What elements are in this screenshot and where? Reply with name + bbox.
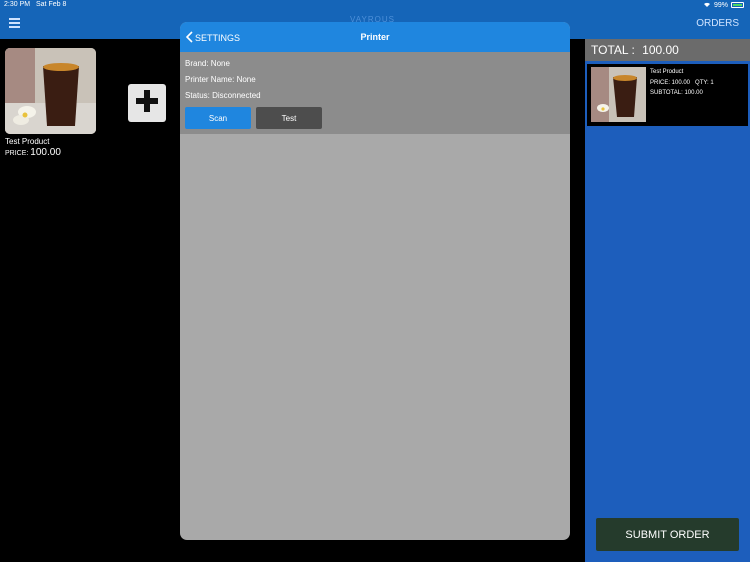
cart-total: TOTAL : 100.00 (585, 39, 750, 61)
cart-item-name: Test Product (650, 69, 684, 75)
modal-header: SETTINGS Printer (180, 22, 570, 52)
wifi-icon (703, 1, 711, 9)
cart-item-subtotal: SUBTOTAL: 100.00 (650, 90, 703, 96)
status-date: Sat Feb 8 (36, 1, 67, 8)
printer-info-section: Brand: None Printer Name: None Status: D… (180, 52, 570, 134)
scan-button[interactable]: Scan (185, 107, 251, 129)
modal-title: Printer (360, 32, 390, 42)
submit-order-button[interactable]: SUBMIT ORDER (596, 518, 739, 551)
battery-icon (731, 2, 744, 8)
cart-total-value: 100.00 (642, 43, 679, 57)
printer-name: Printer Name: None (185, 75, 256, 84)
printer-action-buttons: Scan Test (185, 107, 570, 129)
cart-total-label: TOTAL : (591, 43, 635, 57)
cart-item-price: PRICE: 100.00 (650, 79, 691, 86)
cart-item-price-qty: PRICE: 100.00 QTY: 1 (650, 78, 714, 89)
product-price-value: 100.00 (30, 147, 61, 158)
status-time: 2:30 PM (4, 1, 31, 8)
cart-item-info: Test Product PRICE: 100.00 QTY: 1 SUBTOT… (650, 67, 714, 99)
cart-item-image (591, 67, 646, 122)
printer-brand: Brand: None (185, 59, 230, 68)
cart-panel: TOTAL : 100.00 Test Product PRICE: 100.0… (585, 39, 750, 562)
test-button[interactable]: Test (256, 107, 322, 129)
printer-settings-modal: SETTINGS Printer Brand: None Printer Nam… (180, 22, 570, 540)
product-price: PRICE: 100.00 (5, 147, 97, 158)
product-name: Test Product (5, 137, 50, 146)
cart-item-qty: QTY: 1 (695, 79, 714, 86)
status-bar: 2:30 PM Sat Feb 8 99% (0, 0, 750, 11)
battery-percent: 99% (713, 1, 728, 9)
pos-screen: 2:30 PM Sat Feb 8 99% VAYROUS ORDERS Tes… (0, 0, 750, 562)
product-image (5, 48, 96, 134)
product-card[interactable]: Test Product PRICE: 100.00 (5, 48, 97, 158)
cart-item[interactable]: Test Product PRICE: 100.00 QTY: 1 SUBTOT… (587, 64, 748, 126)
printer-status: Status: Disconnected (185, 91, 261, 100)
product-price-label: PRICE: (5, 150, 29, 157)
status-indicators: 99% (703, 1, 744, 9)
plus-icon (134, 88, 160, 119)
orders-button[interactable]: ORDERS (696, 18, 739, 29)
add-product-button[interactable] (128, 84, 166, 122)
hamburger-menu-icon[interactable] (9, 18, 20, 28)
